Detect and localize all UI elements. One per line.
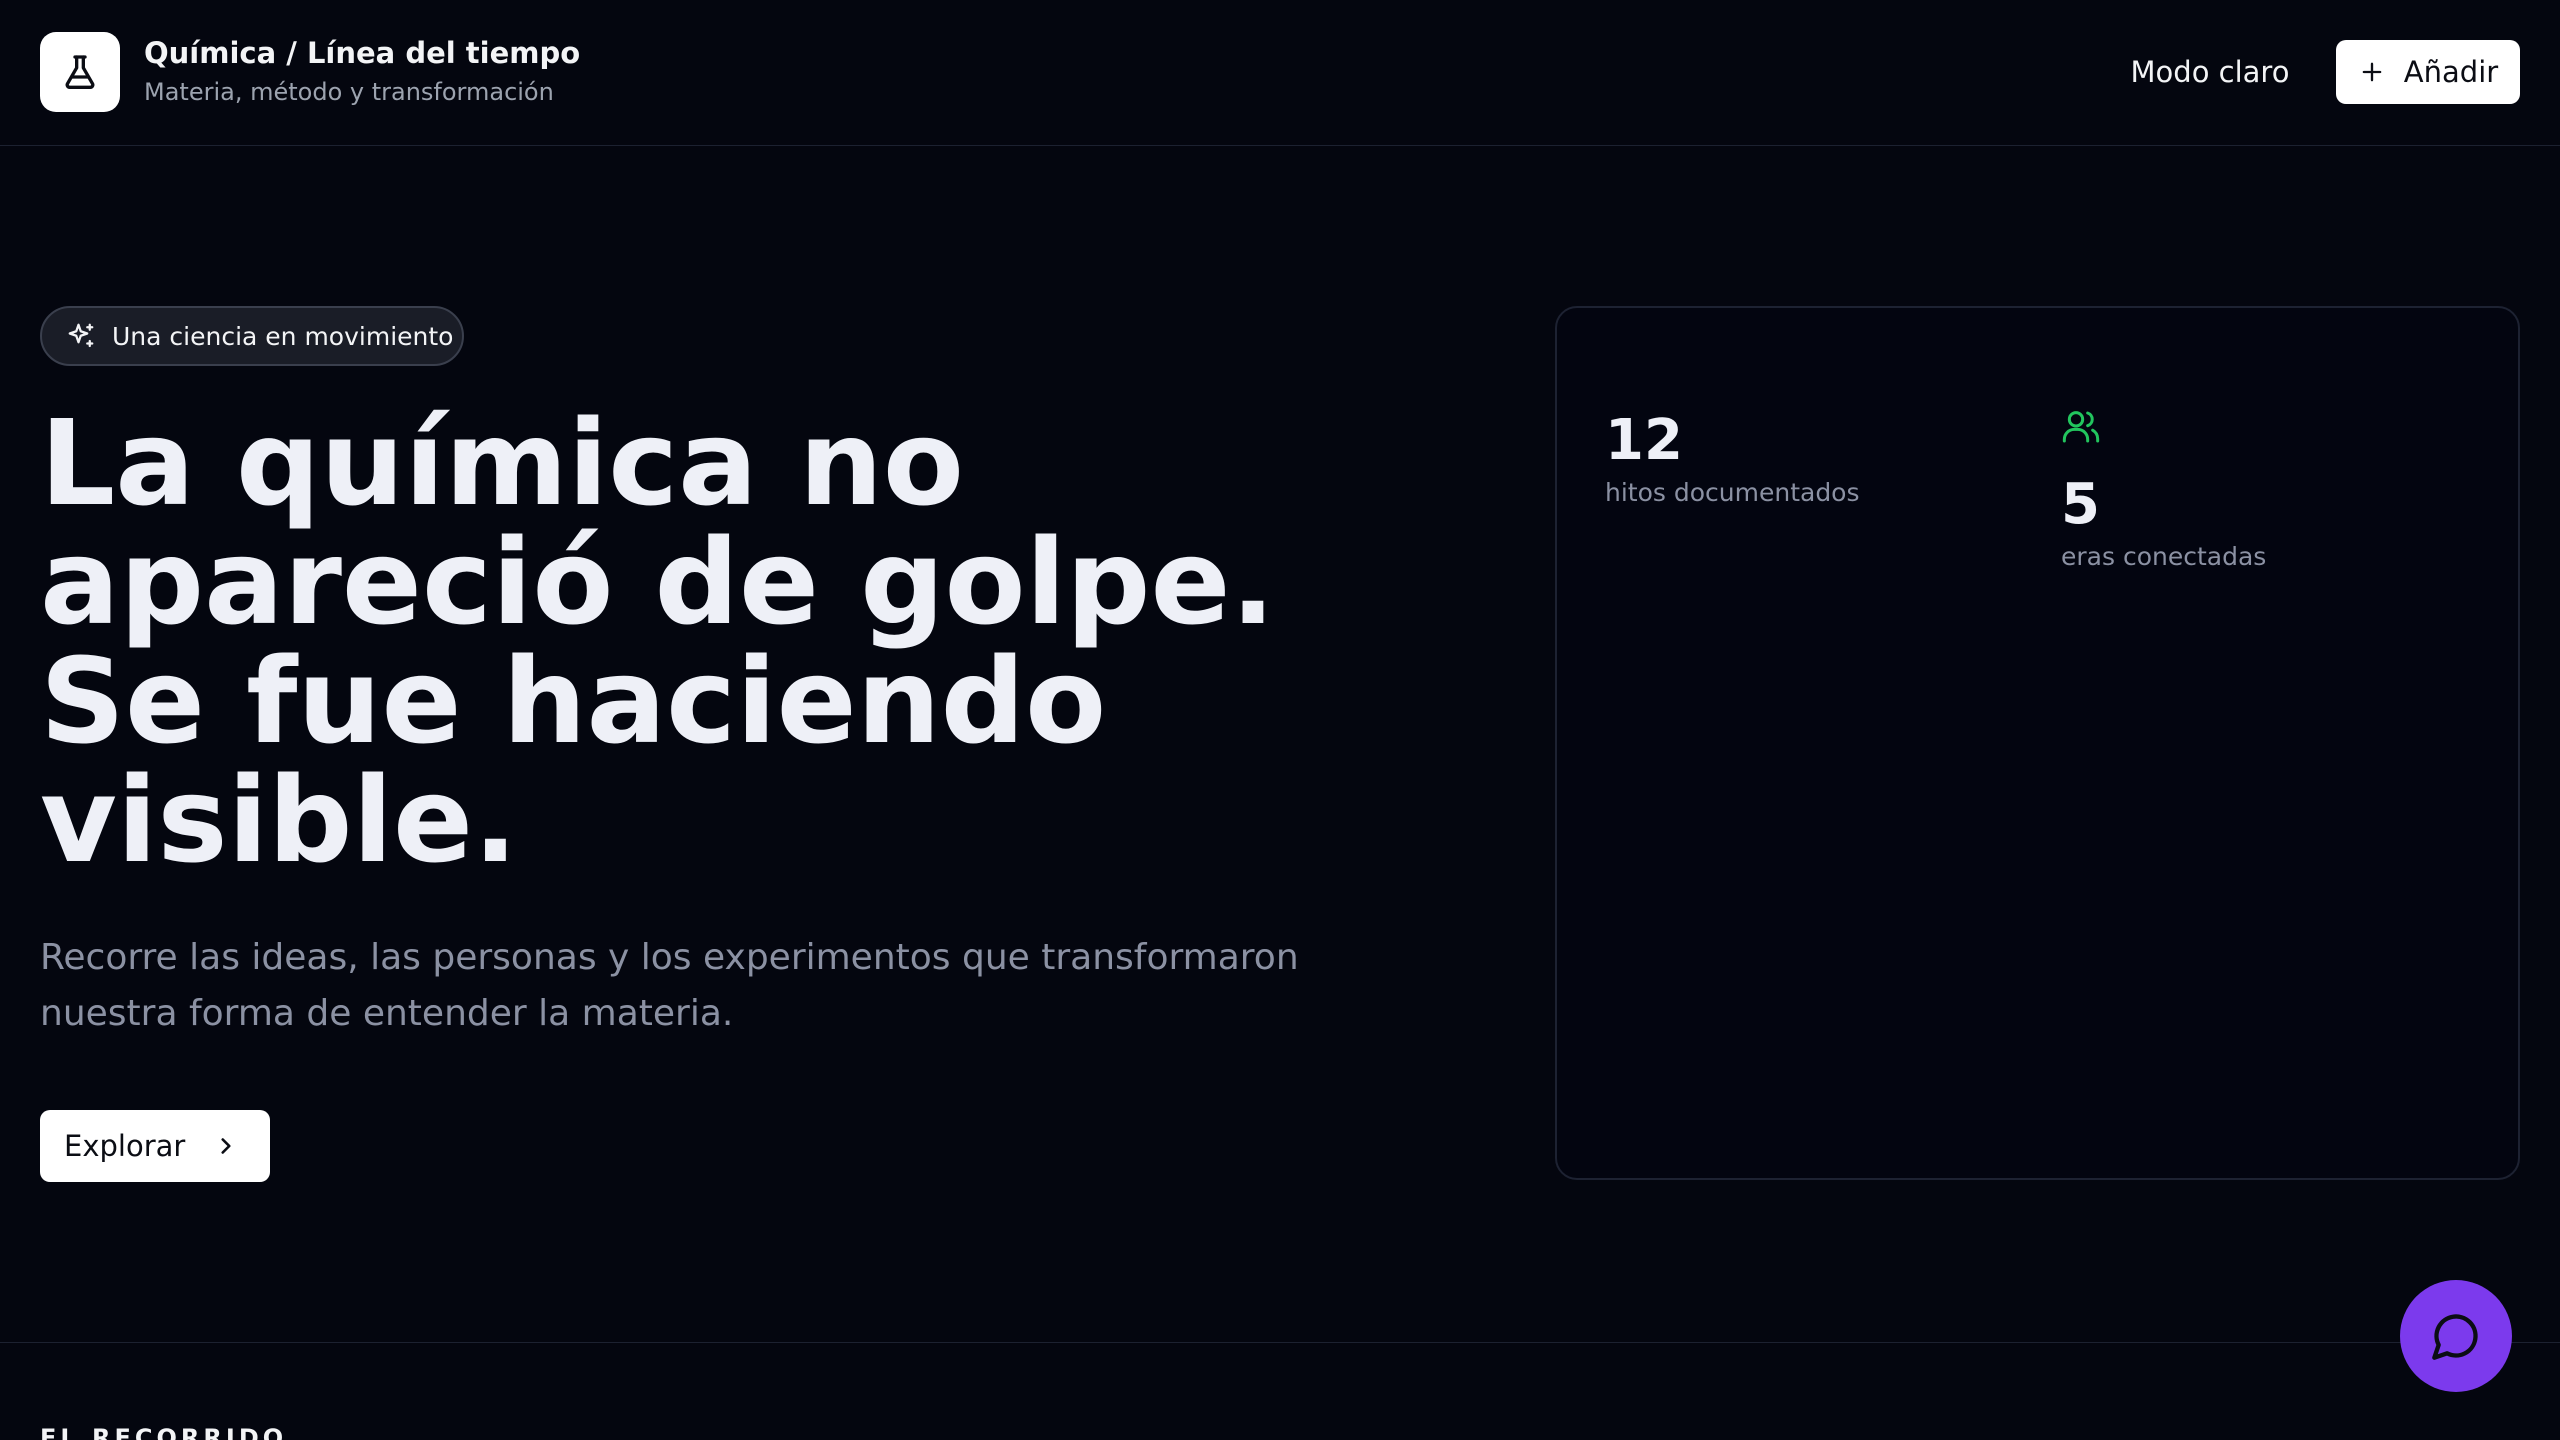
stat-value-eras: 5 <box>2061 472 2100 537</box>
plus-icon <box>2362 62 2382 82</box>
chat-bubble-icon <box>2432 1314 2478 1360</box>
hero-badge: Una ciencia en movimiento <box>40 306 464 366</box>
stats-card: 12 hitos documentados 5 eras conectadas <box>1555 306 2520 1180</box>
page: Química / Línea del tiempo Materia, méto… <box>0 0 2560 1440</box>
sparkles-icon <box>68 323 94 348</box>
brand-subtitle: Materia, método y transformación <box>144 78 554 106</box>
hero-description: Recorre las ideas, las personas y los ex… <box>40 937 1299 1034</box>
explore-button[interactable]: Explorar <box>40 1110 270 1182</box>
hero-badge-label: Una ciencia en movimiento <box>112 321 454 351</box>
hero-title: La química no apareció de golpe. Se fue … <box>40 394 1276 889</box>
add-button-label: Añadir <box>2403 55 2499 89</box>
chevron-right-icon <box>221 1138 231 1154</box>
users-icon <box>2062 411 2100 443</box>
add-button[interactable]: Añadir <box>2336 40 2520 104</box>
stat-label-milestones: hitos documentados <box>1605 478 1860 507</box>
section-label: EL RECORRIDO <box>40 1424 288 1440</box>
brand-title: Química / Línea del tiempo <box>144 36 581 70</box>
chat-button[interactable] <box>2400 1280 2512 1392</box>
theme-toggle-button[interactable]: Modo claro <box>2120 40 2300 104</box>
flask-icon <box>65 55 95 90</box>
top-header: Química / Línea del tiempo Materia, méto… <box>0 0 2560 146</box>
stat-value-milestones: 12 <box>1605 408 1683 473</box>
logo[interactable] <box>40 32 120 112</box>
stat-label-eras: eras conectadas <box>2061 542 2267 571</box>
explore-button-label: Explorar <box>64 1129 186 1163</box>
section-divider <box>0 1342 2560 1343</box>
